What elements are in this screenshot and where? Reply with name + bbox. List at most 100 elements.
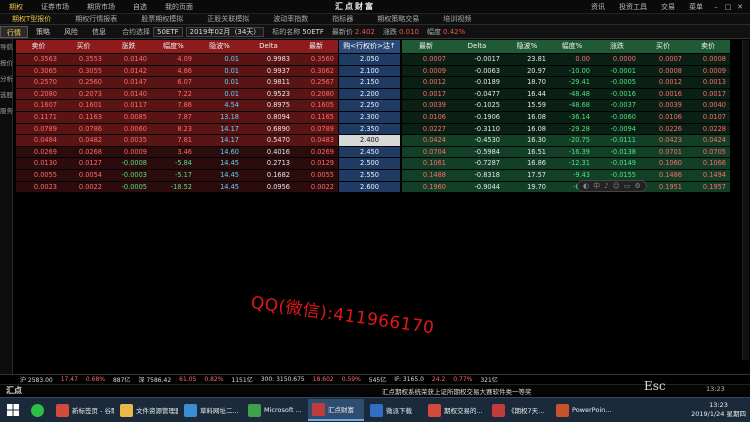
strike-cell[interactable]: 2.550 xyxy=(339,169,400,182)
strike-cell[interactable]: 2.150 xyxy=(339,77,400,89)
tool-icon[interactable]: ◐ xyxy=(583,182,589,190)
put-row[interactable]: 0.0007 -0.0017 23.81 0.00 0.0000 0.0007 0.0008 xyxy=(402,54,730,66)
taskbar-app[interactable]: 汇点财富 xyxy=(308,399,364,421)
put-col-bid[interactable]: 买价 xyxy=(640,40,686,53)
menu-watchlist[interactable]: 自选 xyxy=(124,2,156,12)
floating-toolbar[interactable]: ◐ 中 ♪ ☺ ▭ ⚙ xyxy=(577,180,647,192)
call-row[interactable]: 0.0130 0.0127 -0.0008 -5.84 14.45 0.2713 0.012… xyxy=(16,158,338,170)
call-row[interactable]: 0.0484 0.0482 0.0035 7.81 14.17 0.5470 0.0483 xyxy=(16,135,338,147)
taskbar-app[interactable]: 新标签页 - 谷歌 xyxy=(52,399,114,421)
strike-cell[interactable]: 2.300 xyxy=(339,111,400,124)
maximize-icon[interactable]: □ xyxy=(722,3,734,11)
call-row[interactable]: 0.1171 0.1163 0.0085 7.87 13.18 0.8094 0.1165 xyxy=(16,111,338,124)
taskbar-app[interactable]: 期权交易的... xyxy=(424,399,486,421)
tool-icon[interactable]: ▭ xyxy=(624,182,631,190)
leftnav-select[interactable]: 选股 xyxy=(0,87,13,103)
strike-cell[interactable]: 2.500 xyxy=(339,158,400,170)
tool-icon[interactable]: ⚙ xyxy=(635,182,641,190)
strike-cell[interactable]: 2.400 xyxy=(339,135,400,147)
taskbar-app[interactable]: 微派下载 xyxy=(366,399,422,421)
put-row[interactable]: 0.0039 -0.1025 15.59 -48.68 -0.0037 0.0039 0.0… xyxy=(402,100,730,112)
put-col-last[interactable]: 最新 xyxy=(402,40,450,53)
call-row[interactable]: 0.3563 0.3553 0.0140 4.09 0.01 0.9983 0.3560 xyxy=(16,54,338,66)
call-row[interactable]: 0.1607 0.1601 0.0117 7.86 4.54 0.8975 0.1605 xyxy=(16,100,338,112)
call-row[interactable]: 0.0269 0.0268 0.0009 3.46 14.60 0.4016 0.0269 xyxy=(16,146,338,159)
call-row[interactable]: 0.3065 0.3055 0.0142 4.86 0.01 0.9937 0.3062 xyxy=(16,65,338,78)
put-col-iv[interactable]: 隐波% xyxy=(504,40,550,53)
minimize-icon[interactable]: – xyxy=(710,3,722,11)
call-row[interactable]: 0.2570 0.2560 0.0147 6.07 0.01 0.9811 0.2567 xyxy=(16,77,338,89)
put-row[interactable]: 0.1488 -0.8318 17.57 -9.43 -0.0155 0.1486 0.14… xyxy=(402,169,730,182)
submenu-strategy[interactable]: 期权策略交易 xyxy=(365,14,431,24)
taskbar-app[interactable]: 文件资源管理器 xyxy=(116,399,178,421)
submenu-t-quote[interactable]: 期权T型报价 xyxy=(0,14,63,24)
menu-news[interactable]: 资讯 xyxy=(584,2,612,12)
leftnav-service[interactable]: 服务 xyxy=(0,103,13,119)
put-col-change[interactable]: 涨跌 xyxy=(594,40,640,53)
submenu-indicator[interactable]: 指标器 xyxy=(320,14,365,24)
put-row[interactable]: 0.0227 -0.3110 16.08 -29.28 -0.0094 0.0226 0.0… xyxy=(402,123,730,136)
put-row[interactable]: 0.0106 -0.1906 16.08 -36.14 -0.0060 0.0106 0.0… xyxy=(402,111,730,124)
put-col-pct[interactable]: 幅度% xyxy=(550,40,594,53)
put-row[interactable]: 0.1960-0.904419.70-6.80-0.01430.19510.19… xyxy=(402,181,730,194)
vertical-scrollbar[interactable] xyxy=(742,40,749,360)
call-col-pct[interactable]: 幅度% xyxy=(151,40,196,53)
put-row[interactable]: 0.0009 -0.0063 20.97 -10.00 -0.0001 0.0008 0.0… xyxy=(402,65,730,78)
put-col-ask[interactable]: 卖价 xyxy=(686,40,730,53)
submenu-stock-option-sim[interactable]: 股票期权模拟 xyxy=(129,14,195,24)
submenu-training[interactable]: 培训视频 xyxy=(431,14,483,24)
put-row[interactable]: 0.0012 -0.0189 18.70 -29.41 -0.0005 0.0012 0.0… xyxy=(402,77,730,89)
taskbar-app[interactable]: Microsoft ... xyxy=(244,399,306,421)
submenu-report[interactable]: 期权行情报表 xyxy=(63,14,129,24)
call-row[interactable]: 0.0023 0.0022 -0.0005 -18.52 14.45 0.0956 0.00… xyxy=(16,181,338,194)
tool-icon[interactable]: ♪ xyxy=(604,182,608,190)
leftnav-quote[interactable]: 报价 xyxy=(0,55,13,71)
taskbar-clock[interactable]: 13:23 2019/1/24 星期四 xyxy=(691,401,746,419)
put-row[interactable]: 0.0017 -0.0477 16.44 -48.48 -0.0016 0.0016 0.0… xyxy=(402,88,730,101)
tab-risk[interactable]: 风险 xyxy=(58,26,84,38)
taskbar-app[interactable]: 草料网址二... xyxy=(180,399,242,421)
tab-info[interactable]: 信息 xyxy=(86,26,112,38)
call-col-bid[interactable]: 买价 xyxy=(61,40,106,53)
tool-icon[interactable]: ☺ xyxy=(613,182,620,190)
strike-cell[interactable]: 2.050 xyxy=(339,54,400,66)
contract-select[interactable]: 50ETF xyxy=(153,26,183,37)
wechat-tray-icon[interactable] xyxy=(26,398,52,422)
start-button[interactable] xyxy=(0,398,26,422)
put-row[interactable]: 0.0424 -0.4530 16.30 -20.75 -0.0111 0.0423 0.0… xyxy=(402,135,730,147)
strike-cell[interactable]: 2.450 xyxy=(339,146,400,159)
strike-col[interactable]: 购<行权价>沽↑ xyxy=(339,40,400,53)
menu-options[interactable]: 期权 xyxy=(0,2,32,12)
strike-cell[interactable]: 2.350 xyxy=(339,123,400,136)
tool-icon[interactable]: 中 xyxy=(593,181,600,191)
tab-strategy[interactable]: 策略 xyxy=(30,26,56,38)
put-row[interactable]: 0.0704 -0.5984 16.51 -16.39 -0.0138 0.0701 0.0… xyxy=(402,146,730,159)
strike-cell[interactable]: 2.600 xyxy=(339,181,400,194)
tab-quote[interactable]: 行情 xyxy=(0,25,28,38)
put-row[interactable]: 0.1061 -0.7287 16.86 -12.31 -0.0149 0.1060 0.1… xyxy=(402,158,730,170)
month-select[interactable]: 2019年02月（34天） xyxy=(185,26,265,37)
submenu-underlying-sim[interactable]: 正股关联模拟 xyxy=(195,14,261,24)
put-col-delta[interactable]: Delta xyxy=(450,40,504,53)
call-row[interactable]: 0.0055 0.0054 -0.0003 -5.17 14.45 0.1682 0.005… xyxy=(16,169,338,182)
menu-tools[interactable]: 投资工具 xyxy=(612,2,654,12)
call-col-change[interactable]: 涨跌 xyxy=(106,40,151,53)
menu-main[interactable]: 菜单 xyxy=(682,2,710,12)
call-col-delta[interactable]: Delta xyxy=(243,40,294,53)
menu-my-page[interactable]: 我的页面 xyxy=(156,2,202,12)
strike-cell[interactable]: 2.250 xyxy=(339,100,400,112)
menu-futures[interactable]: 期货市场 xyxy=(78,2,124,12)
call-row[interactable]: 0.2080 0.2073 0.0140 7.22 0.01 0.9523 0.2080 xyxy=(16,88,338,101)
submenu-volatility-index[interactable]: 波动率指数 xyxy=(261,14,320,24)
menu-securities[interactable]: 证券市场 xyxy=(32,2,78,12)
strike-cell[interactable]: 2.200 xyxy=(339,88,400,101)
call-col-ask[interactable]: 卖价 xyxy=(16,40,61,53)
leftnav-guide[interactable]: 导航 xyxy=(0,39,13,55)
taskbar-app[interactable]: 《期权7天... xyxy=(488,399,550,421)
call-col-iv[interactable]: 隐波% xyxy=(196,40,243,53)
leftnav-analysis[interactable]: 分析 xyxy=(0,71,13,87)
strike-cell[interactable]: 2.100 xyxy=(339,65,400,78)
menu-trade[interactable]: 交易 xyxy=(654,2,682,12)
taskbar-app[interactable]: PowerPoin... xyxy=(552,399,614,421)
call-col-last[interactable]: 最新 xyxy=(294,40,338,53)
